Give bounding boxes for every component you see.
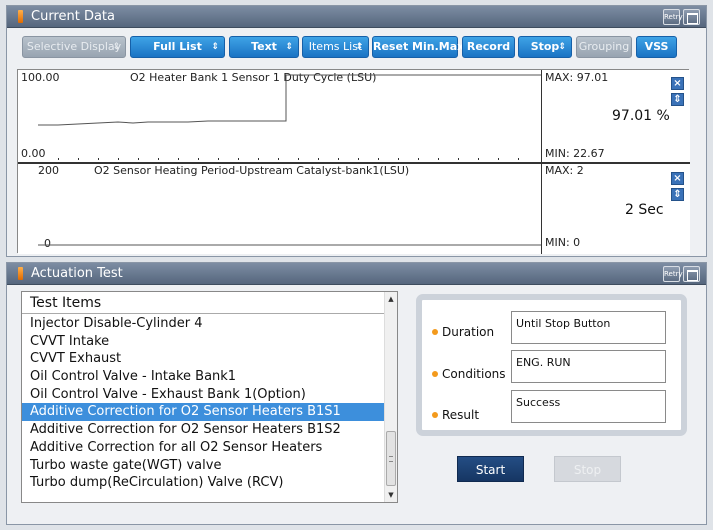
grouping-button[interactable]: Grouping	[576, 36, 632, 58]
stop-button[interactable]: Stop	[554, 456, 621, 482]
close-icon[interactable]: ×	[671, 172, 684, 185]
test-items-list: Injector Disable-Cylinder 4 CVVT Intake CV…	[22, 315, 386, 492]
close-icon[interactable]: ×	[671, 77, 684, 90]
minimize-icon[interactable]	[683, 266, 700, 282]
list-item[interactable]: Oil Control Valve - Intake Bank1	[22, 368, 386, 386]
list-item[interactable]: Additive Correction for O2 Sensor Heater…	[22, 421, 386, 439]
list-scrollbar[interactable]: ▲ ▼	[384, 292, 397, 502]
stop-dropdown-button[interactable]: Stop ⇕	[518, 36, 572, 58]
items-list-button[interactable]: Items List ⇕	[302, 36, 369, 58]
list-item[interactable]: Additive Correction for all O2 Sensor He…	[22, 439, 386, 457]
graph-1-side: MAX: 97.01 × ⇕ 97.01 % MIN: 22.67	[542, 70, 690, 162]
current-data-title: Current Data	[31, 9, 115, 24]
retry-icon[interactable]: Retry	[663, 9, 683, 25]
graph-2-min: MIN: 0	[545, 236, 581, 249]
orange-dot-icon	[432, 329, 438, 335]
conditions-label: Conditions	[432, 367, 506, 381]
graph-1-current-value: 97.01 %	[612, 108, 670, 124]
text-button[interactable]: Text ⇕	[229, 36, 299, 58]
record-button[interactable]: Record	[462, 36, 515, 58]
list-item[interactable]: Turbo waste gate(WGT) valve	[22, 457, 386, 475]
scroll-down-icon[interactable]: ▼	[385, 488, 397, 502]
graph-panel-1: 100.00 O2 Heater Bank 1 Sensor 1 Duty Cy…	[18, 70, 690, 162]
graph-1-max: MAX: 97.01	[545, 71, 609, 84]
vss-button[interactable]: VSS	[636, 36, 677, 58]
graph-1-min: MIN: 22.67	[545, 147, 605, 160]
graph-2-max: MAX: 2	[545, 164, 584, 177]
test-items-header: Test Items	[22, 292, 386, 314]
result-field: Success	[511, 390, 666, 423]
updown-arrow-icon: ⇕	[112, 42, 120, 52]
test-items-listbox[interactable]: Test Items Injector Disable-Cylinder 4 CV…	[21, 291, 398, 503]
reset-min-max-button[interactable]: Reset Min.Max	[372, 36, 464, 58]
orange-marker-icon	[18, 10, 23, 23]
conditions-field: ENG. RUN	[511, 350, 666, 383]
scroll-thumb[interactable]	[386, 431, 396, 486]
updown-arrow-icon: ⇕	[285, 42, 293, 52]
start-button[interactable]: Start	[457, 456, 524, 482]
move-updown-icon[interactable]: ⇕	[671, 188, 684, 201]
graph-panel-2: 200 O2 Sensor Heating Period-Upstream Ca…	[18, 162, 690, 254]
list-item[interactable]: Injector Disable-Cylinder 4	[22, 315, 386, 333]
updown-arrow-icon: ⇕	[355, 42, 363, 52]
test-info-panel: Duration Until Stop Button Conditions EN…	[416, 294, 687, 436]
selective-display-button[interactable]: Selective Display ⇕	[22, 36, 126, 58]
list-item[interactable]: CVVT Intake	[22, 333, 386, 351]
duration-field: Until Stop Button	[511, 311, 666, 344]
graph-2-plot	[38, 244, 541, 246]
graph-1-plot	[38, 74, 541, 160]
updown-arrow-icon: ⇕	[558, 42, 566, 52]
duration-label: Duration	[432, 325, 494, 339]
list-item[interactable]: Turbo dump(ReCirculation) Valve (RCV)	[22, 474, 386, 492]
graph-2-current-value: 2 Sec	[625, 202, 664, 218]
updown-arrow-icon: ⇕	[211, 42, 219, 52]
list-item[interactable]: CVVT Exhaust	[22, 350, 386, 368]
actuation-test-titlebar: Actuation Test Retry	[7, 263, 706, 285]
graph-2-side: MAX: 2 × ⇕ 2 Sec MIN: 0	[542, 164, 690, 254]
full-list-button[interactable]: Full List ⇕	[130, 36, 225, 58]
list-item[interactable]: Additive Correction for O2 Sensor Heater…	[22, 403, 386, 422]
actuation-test-title: Actuation Test	[31, 266, 123, 281]
retry-icon[interactable]: Retry	[663, 266, 683, 282]
scroll-up-icon[interactable]: ▲	[385, 292, 397, 306]
orange-marker-icon	[18, 267, 23, 280]
minimize-icon[interactable]	[683, 9, 700, 25]
move-updown-icon[interactable]: ⇕	[671, 93, 684, 106]
orange-dot-icon	[432, 371, 438, 377]
result-label: Result	[432, 408, 479, 422]
current-data-titlebar: Current Data Retry	[7, 6, 706, 28]
orange-dot-icon	[432, 412, 438, 418]
graph-area: 100.00 O2 Heater Bank 1 Sensor 1 Duty Cy…	[17, 69, 690, 254]
list-item[interactable]: Oil Control Valve - Exhaust Bank 1(Optio…	[22, 386, 386, 404]
